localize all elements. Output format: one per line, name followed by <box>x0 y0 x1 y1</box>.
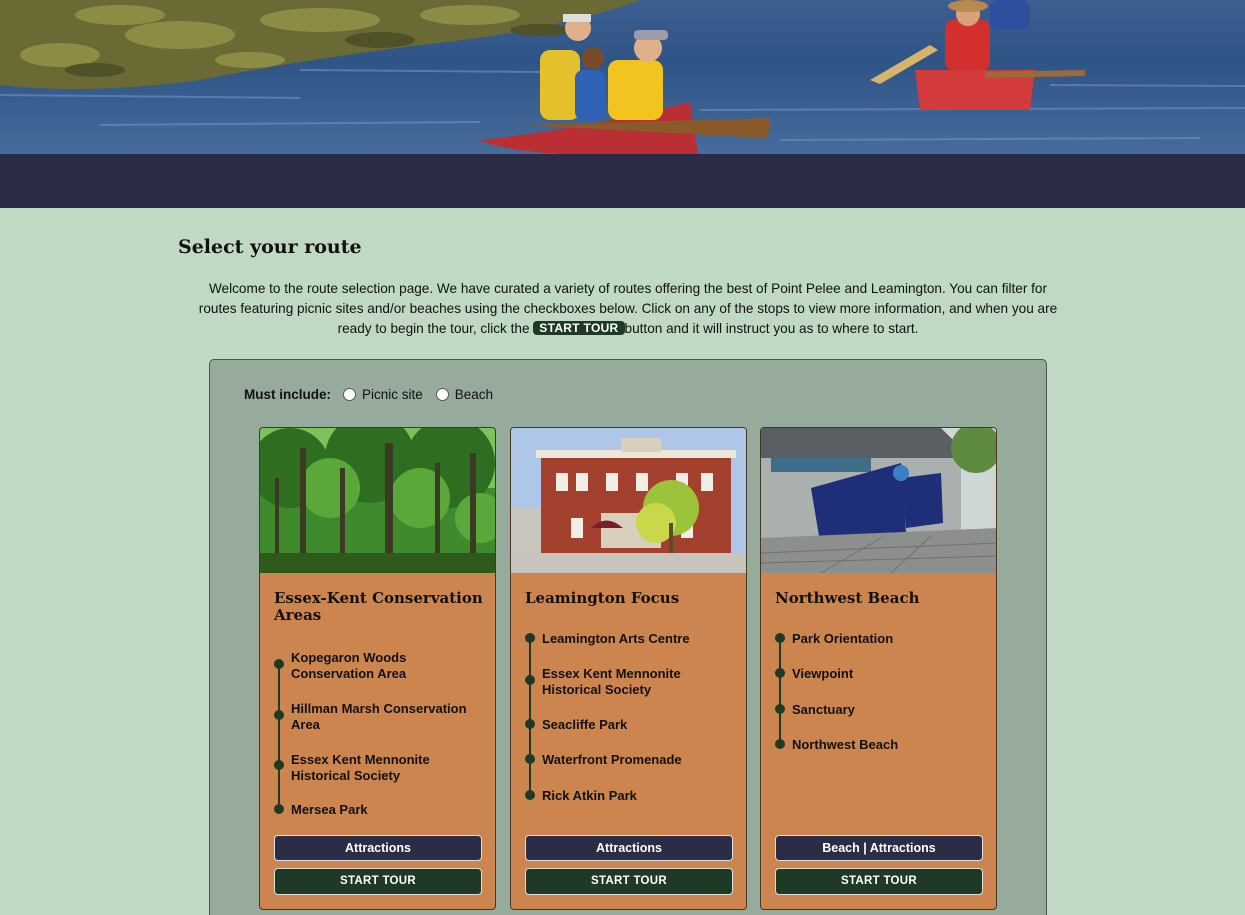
inline-start-tour-badge: START TOUR <box>533 321 625 335</box>
stop-label[interactable]: Seacliffe Park <box>542 717 732 733</box>
stop-label[interactable]: Viewpoint <box>792 666 982 682</box>
start-tour-button[interactable]: START TOUR <box>274 868 482 895</box>
stop-dot <box>274 804 284 814</box>
route-panel: Must include: Picnic site Beach Essex-Ke… <box>209 359 1047 915</box>
stop-label[interactable]: Sanctuary <box>792 702 982 718</box>
intro-text: Welcome to the route selection page. We … <box>190 279 1066 339</box>
stop-label[interactable]: Leamington Arts Centre <box>542 631 732 647</box>
stop-label[interactable]: Essex Kent Mennonite Historical Society <box>291 752 481 783</box>
stop-dot <box>525 633 535 643</box>
stop-dot <box>525 790 535 800</box>
route-card-leamington: Leamington Focus Leamington Arts Centre … <box>510 427 747 910</box>
stop-dot <box>525 719 535 729</box>
route-title: Leamington Focus <box>525 589 680 607</box>
intro-text-after: button and it will instruct you as to wh… <box>624 321 919 336</box>
stop-dot <box>775 704 785 714</box>
filter-option-label: Beach <box>454 387 494 402</box>
stop-timeline <box>278 663 280 808</box>
page-title: Select your route <box>178 236 362 258</box>
stop-dot <box>775 739 785 749</box>
stop-dot <box>525 754 535 764</box>
route-card-northwest-beach: Northwest Beach Park Orientation Viewpoi… <box>760 427 997 910</box>
filter-picnic-site[interactable]: Picnic site <box>343 387 423 402</box>
stop-timeline <box>529 637 531 797</box>
stop-dot <box>775 668 785 678</box>
navigation-bar <box>0 154 1245 208</box>
filter-bar: Must include: Picnic site Beach <box>244 387 506 402</box>
stop-label[interactable]: Mersea Park <box>291 802 481 818</box>
stop-label[interactable]: Park Orientation <box>792 631 982 647</box>
stop-dot <box>525 675 535 685</box>
stop-timeline <box>779 637 781 743</box>
arts-centre-building-photo <box>511 428 746 573</box>
stop-dot <box>274 659 284 669</box>
stop-label[interactable]: Hillman Marsh Conservation Area <box>291 701 481 732</box>
start-tour-button[interactable]: START TOUR <box>525 868 733 895</box>
welcome-sign-photo <box>761 428 996 573</box>
stop-dot <box>775 633 785 643</box>
picnic-site-radio[interactable] <box>343 388 356 401</box>
category-button[interactable]: Attractions <box>274 835 482 861</box>
stop-label[interactable]: Northwest Beach <box>792 737 982 753</box>
category-button[interactable]: Beach | Attractions <box>775 835 983 861</box>
forest-photo <box>260 428 495 573</box>
stop-dot <box>274 710 284 720</box>
stop-label[interactable]: Waterfront Promenade <box>542 752 732 768</box>
start-tour-button[interactable]: START TOUR <box>775 868 983 895</box>
filter-label: Must include: <box>244 387 331 402</box>
route-card-essex-kent: Essex-Kent Conservation Areas Kopegaron … <box>259 427 496 910</box>
filter-beach[interactable]: Beach <box>435 387 494 402</box>
route-title: Essex-Kent Conservation Areas <box>274 589 483 624</box>
route-title: Northwest Beach <box>775 589 920 607</box>
filter-option-label: Picnic site <box>362 387 423 402</box>
stop-label[interactable]: Essex Kent Mennonite Historical Society <box>542 666 732 697</box>
category-button[interactable]: Attractions <box>525 835 733 861</box>
stop-dot <box>274 760 284 770</box>
beach-radio[interactable] <box>435 388 449 401</box>
stop-label[interactable]: Kopegaron Woods Conservation Area <box>291 650 481 681</box>
hero-canoe-photo <box>0 0 1245 154</box>
stop-label[interactable]: Rick Atkin Park <box>542 788 732 804</box>
